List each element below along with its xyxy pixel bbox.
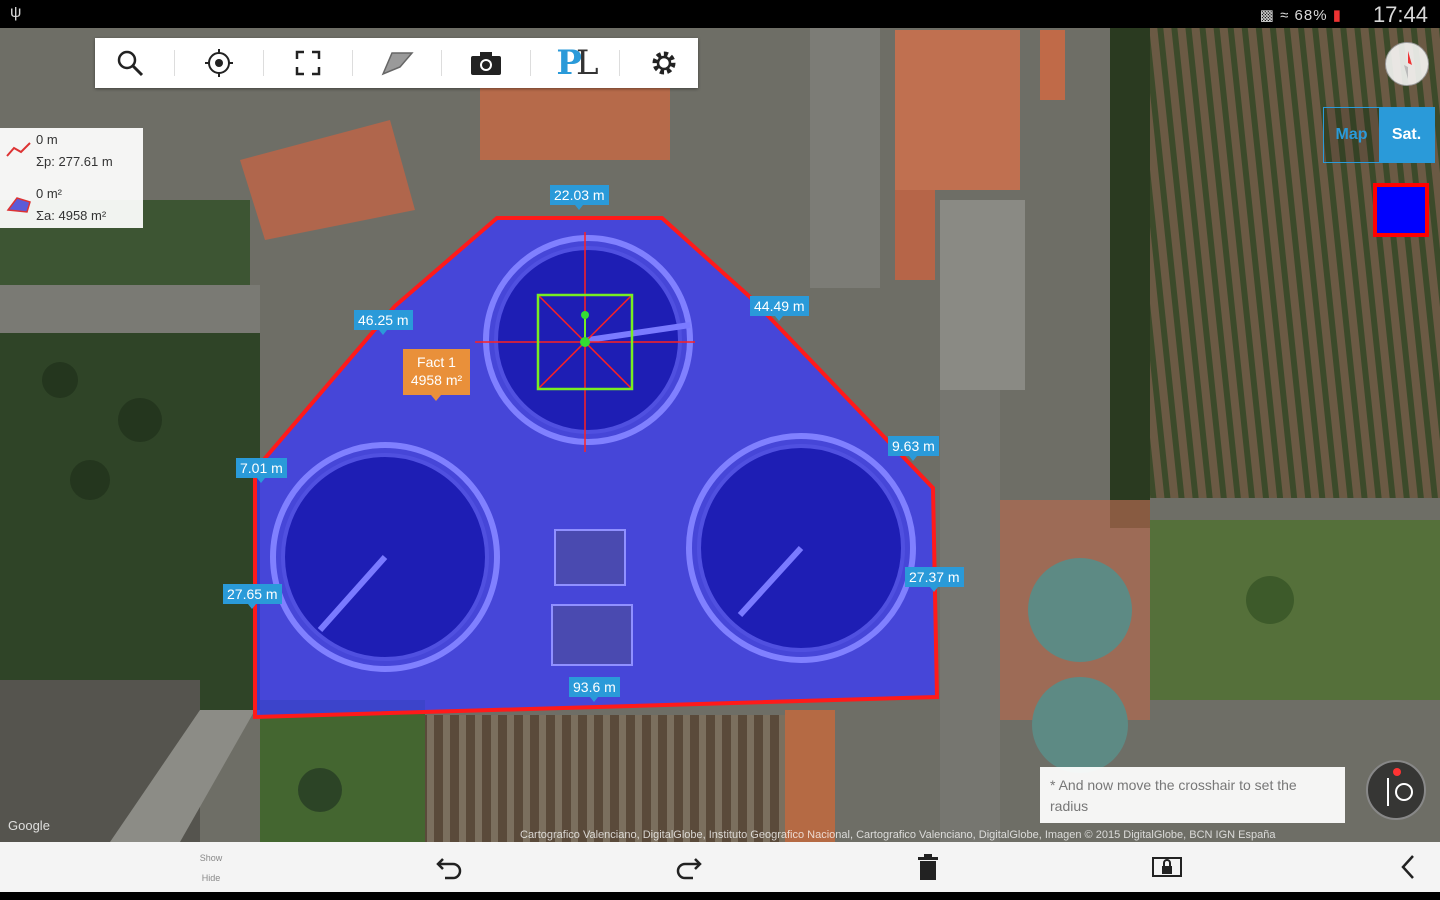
segment-length-label: 7.01 m	[236, 458, 287, 483]
search-button[interactable]	[105, 41, 155, 85]
hint-box: * And now move the crosshair to set the …	[1040, 767, 1345, 823]
segment-length-label: 93.6 m	[569, 677, 620, 702]
segment-length-label: 27.37 m	[905, 567, 964, 592]
main-toolbar: PL	[95, 38, 698, 88]
camera-button[interactable]	[461, 41, 511, 85]
clock: 17:44	[1372, 2, 1428, 27]
area-value: 0 m²	[36, 186, 62, 201]
battery-percent: 68%	[1294, 7, 1328, 24]
signal-icon: ▩	[1259, 7, 1275, 24]
fact-label[interactable]: Fact 1 4958 m²	[403, 349, 470, 401]
collapse-button[interactable]	[1388, 849, 1428, 885]
show-label: Show	[199, 853, 223, 863]
battery-icon: ▮	[1332, 7, 1342, 24]
wifi-icon: ≈	[1280, 7, 1290, 24]
satellite-imagery	[0, 28, 1440, 842]
divider	[262, 50, 264, 76]
locate-icon	[204, 49, 233, 77]
fact-title: Fact 1	[417, 354, 456, 370]
compass-button[interactable]	[1385, 42, 1429, 86]
lock-screen-button[interactable]	[1147, 849, 1187, 885]
planimeter-logo: PL	[556, 43, 598, 83]
show-hide-toggle[interactable]: Show Hide	[196, 848, 226, 888]
undo-icon	[436, 858, 462, 880]
segment-length-label: 46.25 m	[354, 310, 413, 335]
satellite-map[interactable]: 0 m Σp: 277.61 m 0 m² Σa: 4958 m² 22.03 …	[0, 28, 1440, 842]
settings-button[interactable]	[639, 41, 689, 85]
lock-screen-icon	[1152, 857, 1182, 877]
segment-length-label: 27.65 m	[223, 584, 282, 609]
fact-area: 4958 m²	[410, 372, 463, 388]
app-corner-logo	[4, 58, 94, 108]
bottom-action-bar: Show Hide	[0, 842, 1440, 892]
segment-length-label: 44.49 m	[750, 296, 809, 321]
camera-icon	[470, 52, 501, 75]
divider	[618, 50, 620, 76]
delete-button[interactable]	[908, 849, 948, 885]
shape-icon	[381, 52, 414, 76]
divider	[351, 50, 353, 76]
locate-button[interactable]	[194, 41, 244, 85]
map-attribution[interactable]: Cartografico Valenciano, DigitalGlobe, I…	[520, 829, 1420, 841]
fill-color-swatch[interactable]	[1373, 183, 1429, 237]
distance-icon	[6, 142, 31, 157]
perimeter-value: Σp: 277.61 m	[36, 154, 113, 169]
search-icon	[117, 50, 143, 77]
google-logo: Google	[8, 818, 50, 833]
hint-text: * And now move the crosshair to set the …	[1050, 777, 1297, 814]
gps-tracking-button[interactable]	[1366, 760, 1426, 820]
status-bar: ψ ▩ ≈ 68% ▮ 17:44	[0, 0, 1440, 28]
compass-icon	[1404, 51, 1412, 79]
hide-label: Hide	[201, 873, 221, 883]
gear-icon	[652, 51, 675, 75]
divider	[173, 50, 175, 76]
total-area-value: Σa: 4958 m²	[36, 208, 107, 223]
recording-dot	[1393, 768, 1401, 776]
fullscreen-button[interactable]	[283, 41, 333, 85]
planimeter-logo-button[interactable]: PL	[550, 41, 600, 85]
status-icons: ▩ ≈ 68% ▮	[1260, 6, 1342, 24]
divider	[440, 50, 442, 76]
segment-length-label: 22.03 m	[550, 185, 609, 210]
divider	[529, 50, 531, 76]
chevron-left-icon	[1401, 855, 1414, 879]
undo-button[interactable]	[430, 849, 470, 885]
shape-button[interactable]	[372, 41, 422, 85]
segment-length-label: 9.63 m	[888, 436, 939, 461]
satellite-view-button[interactable]: Sat.	[1379, 108, 1434, 162]
trash-icon	[918, 854, 938, 880]
distance-value: 0 m	[36, 132, 58, 147]
map-type-toggle: Map Sat.	[1323, 107, 1435, 163]
redo-icon	[676, 858, 702, 880]
area-icon	[6, 197, 31, 213]
measurement-info-panel: 0 m Σp: 277.61 m 0 m² Σa: 4958 m²	[0, 128, 143, 228]
system-nav-strip	[0, 892, 1440, 900]
usb-icon: ψ	[10, 4, 22, 21]
map-view-button[interactable]: Map	[1324, 108, 1379, 162]
fullscreen-icon	[295, 50, 320, 76]
redo-button[interactable]	[668, 849, 708, 885]
